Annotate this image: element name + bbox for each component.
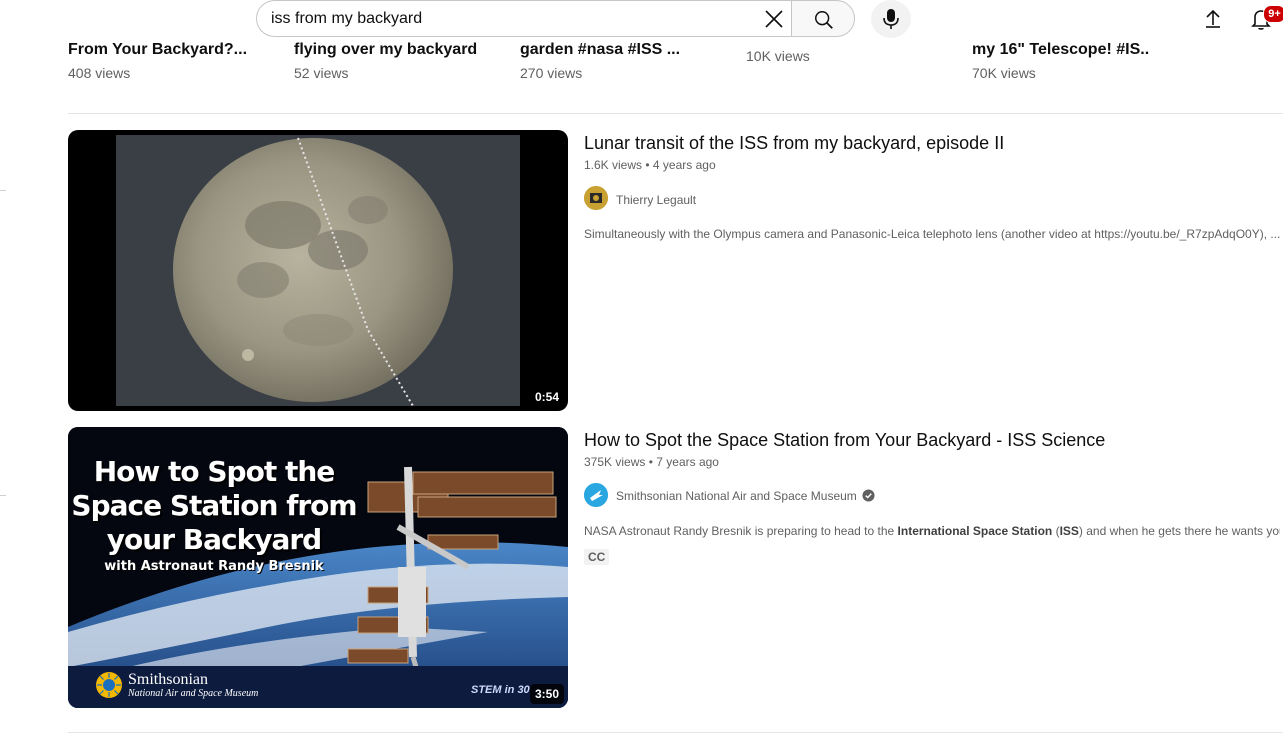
shelf-item-title[interactable]: From Your Backyard?... (68, 40, 268, 60)
verified-badge-icon (862, 489, 875, 502)
voice-search-button[interactable] (871, 0, 911, 38)
shelf-item-title[interactable]: garden #nasa #ISS ... (520, 40, 720, 60)
masthead: 9+ (0, 0, 1283, 40)
video-description: Simultaneously with the Olympus camera a… (584, 227, 1280, 241)
create-button[interactable] (1200, 6, 1226, 32)
video-description: NASA Astronaut Randy Bresnik is preparin… (584, 523, 1280, 539)
video-duration: 0:54 (529, 387, 564, 407)
shelf-item-views: 10K views (746, 48, 810, 64)
thumbnail-headline: Space Station from (71, 489, 357, 522)
description-text: NASA Astronaut Randy Bresnik is preparin… (584, 524, 898, 538)
upload-age: 4 years ago (652, 158, 716, 172)
channel-name[interactable]: Smithsonian National Air and Space Museu… (616, 488, 857, 504)
description-text: ) and when he gets there he wants you ..… (1078, 524, 1280, 538)
close-icon (765, 10, 783, 28)
shelf-item[interactable]: flying over my backyard 52 views (294, 40, 494, 81)
guide-edge (0, 190, 6, 191)
shelf-item-title[interactable]: my 16" Telescope! #IS.. (972, 40, 1172, 60)
shelf-item-views: 70K views (972, 65, 1036, 81)
channel-avatar-image (584, 186, 608, 210)
description-highlight: International Space Station (897, 524, 1053, 538)
moon-transit-image (116, 135, 520, 406)
smithsonian-sun-logo (96, 672, 122, 698)
search-box[interactable] (256, 0, 791, 37)
shelf-item-title[interactable]: flying over my backyard (294, 40, 494, 60)
microphone-icon (883, 9, 899, 29)
channel-avatar[interactable] (584, 483, 608, 507)
description-highlight: ISS (1059, 524, 1079, 538)
meta-separator: • (645, 158, 653, 172)
section-divider (68, 732, 1283, 733)
channel-avatar-image (584, 483, 608, 507)
upload-icon (1206, 9, 1220, 28)
thumbnail-brand: Smithsonian (128, 671, 209, 688)
shelf-item[interactable]: From Your Backyard?... 408 views (68, 40, 268, 81)
thumbnail-headline: your Backyard (106, 523, 322, 556)
search-button[interactable] (791, 0, 855, 37)
video-thumbnail[interactable]: How to Spot the Space Station from your … (68, 427, 568, 708)
notification-badge: 9+ (1263, 5, 1283, 23)
clear-search-button[interactable] (762, 7, 786, 31)
shelf-item-views: 270 views (520, 65, 583, 81)
channel-avatar[interactable] (584, 186, 608, 210)
channel-name[interactable]: Thierry Legault (616, 192, 696, 208)
search-input[interactable] (271, 9, 741, 29)
thumbnail-headline: How to Spot the (93, 455, 336, 488)
stem-logo: STEM in 30 (471, 684, 530, 696)
closed-captions-badge: CC (584, 549, 610, 565)
video-duration: 3:50 (529, 684, 564, 704)
description-text: ( (1052, 524, 1060, 538)
video-metadata: 375K views • 7 years ago (584, 454, 719, 470)
shelf-item[interactable]: garden #nasa #ISS ... 270 views (520, 40, 720, 81)
shelf-item-views: 52 views (294, 65, 349, 81)
search-icon (815, 11, 833, 29)
video-thumbnail[interactable]: 0:54 (68, 130, 568, 411)
video-title[interactable]: Lunar transit of the ISS from my backyar… (584, 131, 1004, 155)
shelf-item-views: 408 views (68, 65, 131, 81)
guide-edge (0, 495, 6, 496)
video-metadata: 1.6K views • 4 years ago (584, 157, 716, 173)
section-divider (68, 113, 1283, 114)
video-title[interactable]: How to Spot the Space Station from Your … (584, 428, 1105, 452)
shelf-item[interactable]: 10K views (746, 40, 946, 64)
shelf-item[interactable]: my 16" Telescope! #IS.. 70K views (972, 40, 1172, 81)
view-count: 375K views (584, 455, 646, 469)
thumbnail-brand-subtitle: National Air and Space Museum (128, 688, 259, 699)
upload-age: 7 years ago (656, 455, 719, 469)
thumbnail-subtitle: with Astronaut Randy Bresnik (104, 559, 324, 574)
view-count: 1.6K views (584, 158, 643, 172)
